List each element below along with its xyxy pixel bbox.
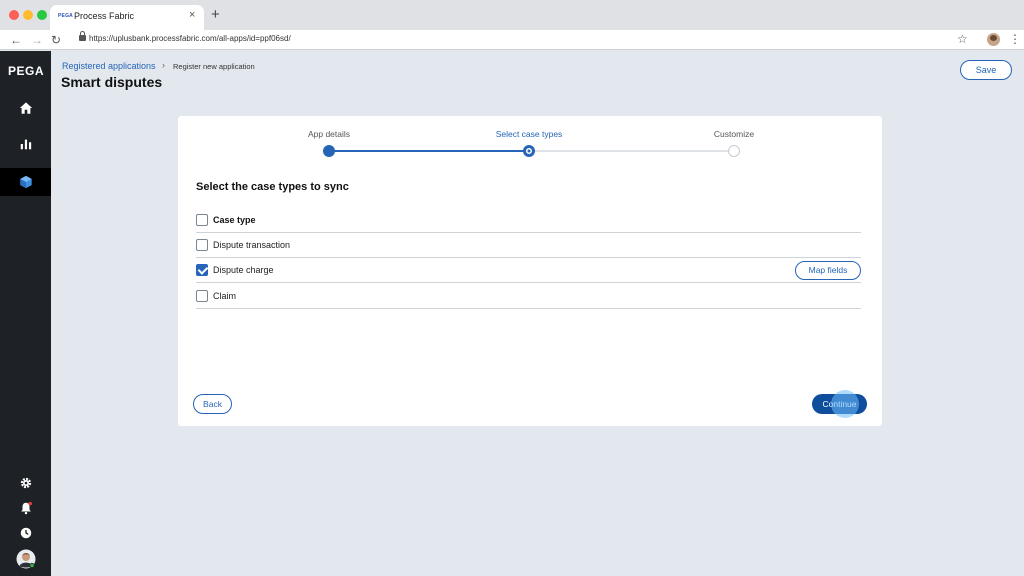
clock-icon [20, 527, 31, 539]
section-title: Select the case types to sync [196, 181, 349, 193]
table-row: Dispute transaction [196, 233, 861, 258]
avatar [16, 549, 35, 569]
home-icon [19, 102, 32, 114]
step-label-app-details: App details [307, 129, 351, 139]
wizard-card: App details Select case types Customize … [178, 116, 882, 426]
select-all-checkbox[interactable] [196, 214, 208, 226]
browser-profile-avatar[interactable] [987, 33, 1000, 46]
pega-logo: PEGA [8, 64, 45, 78]
sidebar-item-profile[interactable] [0, 545, 51, 573]
back-arrow-icon[interactable]: ← [10, 32, 22, 48]
url-input[interactable]: https://uplusbank.processfabric.com/all-… [89, 34, 291, 43]
save-button[interactable]: Save [960, 60, 1012, 80]
step-label-customize: Customize [713, 129, 755, 139]
sidebar-item-settings[interactable] [0, 469, 51, 497]
checkbox-dispute-transaction[interactable] [196, 239, 208, 251]
maximize-window-button[interactable] [37, 10, 47, 20]
sidebar-item-reports[interactable] [0, 130, 51, 158]
sidebar: PEGA [0, 51, 51, 576]
address-bar: ← → ↻ https://uplusbank.processfabric.co… [0, 30, 1024, 50]
case-type-label: Dispute charge [213, 265, 274, 275]
table-row: Claim [196, 284, 861, 309]
cube-icon [19, 175, 32, 189]
step-label-select-case-types: Select case types [495, 129, 563, 139]
progress-line-complete [329, 150, 529, 152]
breadcrumb-current: Register new application [173, 62, 255, 71]
chart-icon [20, 139, 31, 150]
step-dot-customize [728, 145, 740, 157]
lock-icon [79, 31, 86, 41]
close-window-button[interactable] [9, 10, 19, 20]
gear-icon [20, 477, 31, 489]
checkbox-claim[interactable] [196, 290, 208, 302]
star-icon[interactable]: ☆ [957, 32, 968, 46]
step-dot-app-details [323, 145, 335, 157]
chevron-right-icon: › [162, 60, 165, 70]
case-type-label: Dispute transaction [213, 240, 291, 250]
tab-close-icon[interactable]: × [189, 9, 195, 21]
tab-title: Process Fabric [74, 11, 135, 21]
breadcrumb-registered-applications[interactable]: Registered applications [62, 61, 156, 71]
sidebar-item-home[interactable] [0, 94, 51, 122]
sidebar-item-notifications[interactable] [0, 494, 51, 522]
case-type-label: Claim [213, 291, 237, 301]
minimize-window-button[interactable] [23, 10, 33, 20]
back-button[interactable]: Back [193, 394, 232, 414]
checkbox-dispute-charge[interactable] [196, 264, 208, 276]
page-title: Smart disputes [61, 74, 163, 90]
forward-arrow-icon[interactable]: → [31, 32, 43, 48]
step-dot-select-case-types [523, 145, 535, 157]
bell-icon [20, 501, 32, 515]
map-fields-button[interactable]: Map fields [795, 261, 861, 280]
progress-line-pending [529, 150, 734, 152]
browser-tab[interactable]: PEGA Process Fabric × [50, 5, 204, 30]
table-row: Dispute charge Map fields [196, 258, 861, 283]
browser-tab-bar: PEGA Process Fabric × + [0, 0, 1024, 30]
sidebar-item-history[interactable] [0, 519, 51, 547]
column-header-case-type: Case type [213, 215, 256, 225]
sidebar-item-apps[interactable] [0, 168, 51, 196]
tab-favicon: PEGA [58, 13, 73, 19]
reload-icon[interactable]: ↻ [51, 32, 61, 48]
table-header-row: Case type [196, 208, 861, 233]
continue-button[interactable]: Continue [812, 394, 867, 414]
new-tab-button[interactable]: + [211, 6, 220, 23]
kebab-menu-icon[interactable]: ⋮ [1009, 32, 1021, 46]
